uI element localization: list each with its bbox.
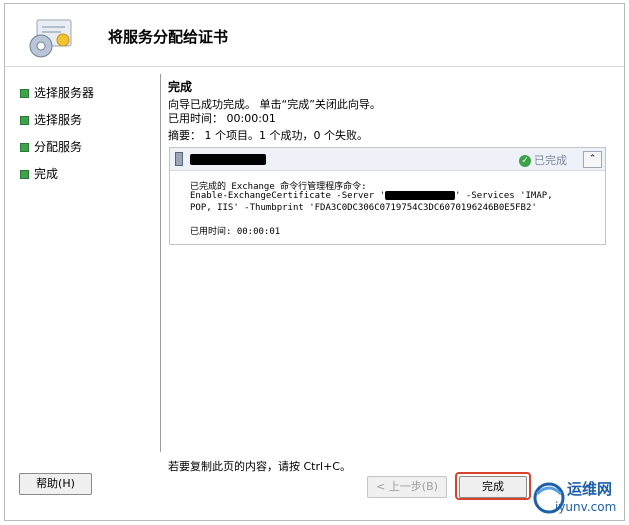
task-header[interactable]: ✓ 已完成 ⌃	[170, 148, 605, 171]
nav-step-completion: 完成	[20, 165, 58, 183]
nav-divider	[160, 74, 161, 452]
copy-hint: 若要复制此页的内容，请按 Ctrl+C。	[168, 460, 351, 473]
nav-step-select-services: 选择服务	[20, 111, 82, 129]
help-button[interactable]: 帮助(H)	[19, 473, 92, 495]
step-bullet-icon	[20, 143, 29, 152]
header-divider	[5, 66, 624, 67]
task-elapsed: 已用时间: 00:00:01	[190, 227, 281, 237]
watermark: 运维网 iyunv.com	[527, 474, 625, 518]
nav-step-assign-services: 分配服务	[20, 138, 82, 156]
section-title: 完成	[168, 80, 193, 94]
wizard-window	[4, 3, 625, 521]
check-icon: ✓	[519, 155, 531, 167]
back-button[interactable]: < 上一步(B)	[367, 476, 447, 498]
watermark-url: iyunv.com	[555, 500, 617, 514]
collapse-button[interactable]: ⌃	[583, 151, 602, 168]
nav-step-label: 选择服务	[34, 113, 83, 127]
command-line-2: POP, IIS' -Thumbprint 'FDA3C0DC306C07197…	[190, 203, 537, 213]
command-line-1: Enable-ExchangeCertificate -Server ' ' -S…	[190, 191, 553, 201]
redacted-server-name	[190, 154, 266, 165]
step-bullet-icon	[20, 170, 29, 179]
certificate-gear-icon	[29, 19, 72, 58]
step-bullet-icon	[20, 116, 29, 125]
finish-highlight-box	[455, 472, 531, 500]
step-bullet-icon	[20, 89, 29, 98]
task-result-box: ✓ 已完成 ⌃ 已完成的 Exchange 命令行管理程序命令: Enable-E…	[169, 147, 606, 245]
page-title: 将服务分配给证书	[108, 28, 229, 46]
task-status: ✓ 已完成	[519, 152, 567, 168]
summary-text: 摘要： 1 个项目。1 个成功，0 个失败。	[168, 129, 368, 142]
nav-step-label: 选择服务器	[34, 86, 95, 100]
watermark-text: 运维网	[567, 480, 613, 498]
server-icon	[175, 152, 183, 166]
nav-step-label: 完成	[34, 167, 59, 181]
redacted-server-param	[385, 191, 456, 200]
elapsed-time-text: 已用时间： 00:00:01	[168, 112, 276, 125]
nav-step-select-server: 选择服务器	[20, 84, 94, 102]
nav-step-label: 分配服务	[34, 140, 83, 154]
wizard-header: 将服务分配给证书	[5, 4, 624, 64]
